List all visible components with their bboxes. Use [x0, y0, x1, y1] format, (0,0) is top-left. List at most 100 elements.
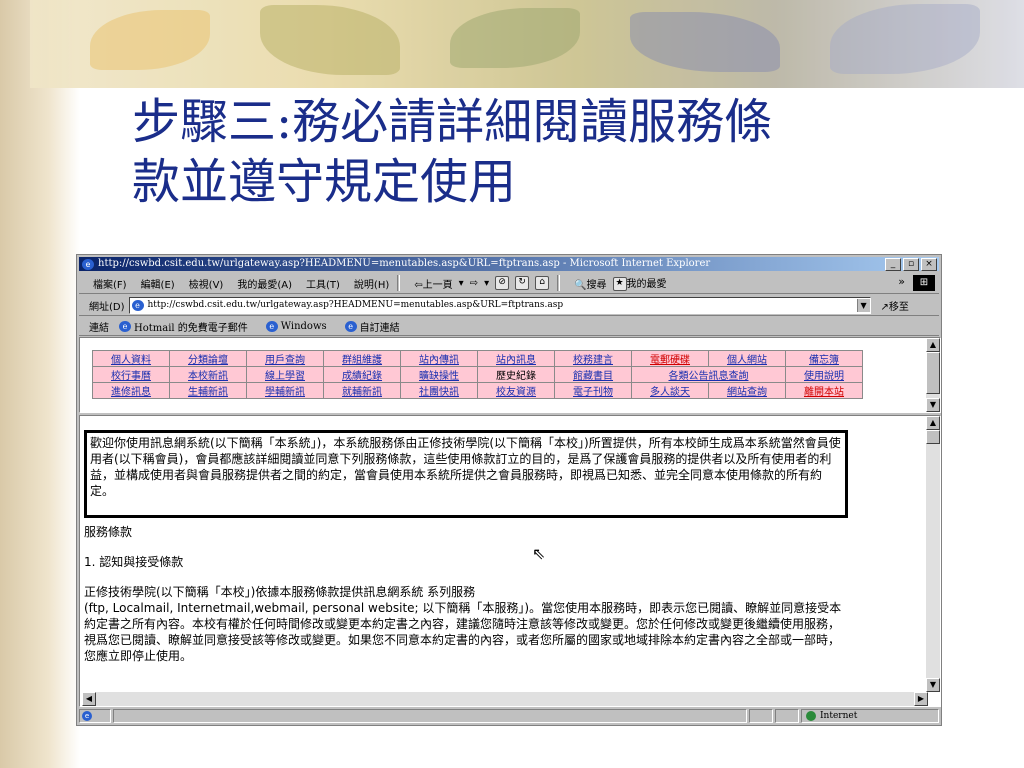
- refresh-icon[interactable]: ↻: [515, 276, 530, 290]
- slide-title-line2: 款並遵守規定使用: [132, 154, 517, 210]
- nav-link[interactable]: 校友資源: [477, 382, 555, 399]
- terms-title: 服務條款: [84, 525, 133, 539]
- windows-logo-icon: ⊞: [913, 275, 935, 291]
- nav-link[interactable]: 站內傳訊: [400, 350, 478, 367]
- favorites-icon: ★: [612, 277, 627, 291]
- forward-button[interactable]: ⇨: [470, 278, 478, 289]
- go-button[interactable]: ↗移至: [881, 298, 909, 313]
- status-bar: e Internet: [79, 709, 939, 723]
- minimize-button[interactable]: _: [885, 257, 901, 271]
- nav-link[interactable]: 備忘簿: [785, 350, 863, 367]
- horizontal-scrollbar[interactable]: ◀ ▶: [82, 692, 928, 706]
- nav-frame-scrollbar[interactable]: ▲ ▼: [926, 338, 940, 412]
- content-frame: 歡迎你使用訊息網系統(以下簡稱「本系統」)，本系統服務係由正修技術學院(以下簡稱…: [79, 415, 941, 707]
- leaf-decoration: [830, 4, 980, 74]
- security-zone: Internet: [801, 709, 939, 723]
- link-icon: e: [344, 320, 357, 332]
- window-titlebar[interactable]: e http://cswbd.csit.edu.tw/urlgateway.as…: [79, 257, 939, 271]
- menu-edit[interactable]: 編輯(E): [141, 276, 175, 291]
- nav-link[interactable]: 群組維護: [323, 350, 401, 367]
- nav-link[interactable]: 校務建言: [554, 350, 632, 367]
- slide-banner: [30, 0, 1024, 88]
- nav-link[interactable]: 分類論壇: [169, 350, 247, 367]
- stop-icon[interactable]: ⊘: [495, 276, 510, 290]
- nav-link[interactable]: 網站查詢: [708, 382, 786, 399]
- zone-label: Internet: [820, 711, 858, 721]
- menu-favorites[interactable]: 我的最愛(A): [237, 276, 292, 291]
- menu-help[interactable]: 說明(H): [354, 276, 389, 291]
- scroll-up-icon[interactable]: ▲: [926, 338, 940, 352]
- nav-link[interactable]: 離開本站: [785, 382, 863, 399]
- link-icon: e: [119, 320, 131, 332]
- home-icon[interactable]: ⌂: [535, 276, 550, 290]
- link-custom[interactable]: e 自訂連結: [344, 319, 400, 334]
- back-dropdown-icon[interactable]: ▾: [459, 278, 464, 289]
- nav-table: 個人資料 分類論壇 用戶查詢 群組維護 站內傳訊 站內訊息 校務建言 電郵硬碟 …: [92, 350, 863, 399]
- scroll-up-icon[interactable]: ▲: [926, 416, 940, 430]
- link-hotmail-label: Hotmail 的免費電子郵件: [134, 322, 248, 334]
- menu-tools[interactable]: 工具(T): [306, 276, 340, 291]
- forward-dropdown-icon[interactable]: ▾: [484, 278, 489, 289]
- nav-row: 進修訊息 生輔新訊 學輔新訊 就輔新訊 社團快訊 校友資源 電子刊物 多人談天 …: [92, 382, 863, 399]
- scroll-down-icon[interactable]: ▼: [926, 398, 940, 412]
- nav-link[interactable]: 個人網站: [708, 350, 786, 367]
- slide-left-decoration: [0, 0, 80, 768]
- scroll-down-icon[interactable]: ▼: [926, 678, 940, 692]
- scroll-thumb[interactable]: [926, 430, 940, 444]
- window-title: http://cswbd.csit.edu.tw/urlgateway.asp?…: [98, 258, 711, 269]
- nav-link[interactable]: 進修訊息: [92, 382, 170, 399]
- nav-link[interactable]: 站內訊息: [477, 350, 555, 367]
- content-scrollbar[interactable]: ▲ ▼: [926, 416, 940, 692]
- nav-link[interactable]: 用戶查詢: [246, 350, 324, 367]
- toolbar-more-button[interactable]: »: [898, 275, 905, 288]
- search-label: 搜尋: [586, 279, 607, 291]
- toolbar-separator: [397, 275, 401, 291]
- menu-view[interactable]: 檢視(V): [189, 276, 224, 291]
- nav-link[interactable]: 電郵硬碟: [631, 350, 709, 367]
- nav-link[interactable]: 線上學習: [246, 366, 324, 383]
- scroll-thumb[interactable]: [926, 352, 940, 394]
- nav-link[interactable]: 就輔新訊: [323, 382, 401, 399]
- go-label: 移至: [888, 301, 909, 313]
- slide-title: 步驟三:務必請詳細閱讀服務條 款並遵守規定使用: [132, 92, 992, 212]
- close-button[interactable]: ×: [921, 257, 937, 271]
- address-input[interactable]: e http://cswbd.csit.edu.tw/urlgateway.as…: [128, 296, 871, 314]
- nav-link[interactable]: 個人資料: [92, 350, 170, 367]
- slide-title-line1: 步驟三:務必請詳細閱讀服務條: [132, 94, 773, 150]
- nav-link[interactable]: 生輔新訊: [169, 382, 247, 399]
- mouse-cursor-icon: ⇖: [532, 544, 546, 563]
- scroll-left-icon[interactable]: ◀: [82, 692, 96, 706]
- nav-link[interactable]: 校行事曆: [92, 366, 170, 383]
- menu-file[interactable]: 檔案(F): [93, 276, 127, 291]
- search-icon: 🔍: [574, 279, 587, 291]
- nav-link[interactable]: 使用說明: [785, 366, 863, 383]
- browser-window: e http://cswbd.csit.edu.tw/urlgateway.as…: [76, 254, 942, 726]
- nav-link[interactable]: 成績紀錄: [323, 366, 401, 383]
- welcome-notice: 歡迎你使用訊息網系統(以下簡稱「本系統」)，本系統服務係由正修技術學院(以下簡稱…: [84, 430, 848, 518]
- link-hotmail[interactable]: e Hotmail 的免費電子郵件: [119, 319, 248, 334]
- link-windows-label: Windows: [280, 320, 327, 332]
- address-bar: 網址(D) e http://cswbd.csit.edu.tw/urlgate…: [79, 295, 939, 316]
- nav-link[interactable]: 學輔新訊: [246, 382, 324, 399]
- nav-link[interactable]: 本校新訊: [169, 366, 247, 383]
- nav-link[interactable]: 社團快訊: [400, 382, 478, 399]
- favorites-button[interactable]: ★ 我的最愛: [612, 275, 667, 291]
- leaf-decoration: [450, 8, 580, 68]
- status-text: [113, 709, 747, 723]
- search-button[interactable]: 🔍搜尋: [574, 276, 606, 291]
- status-cell: [749, 709, 773, 723]
- nav-link[interactable]: 歷史紀錄: [477, 366, 555, 383]
- link-windows[interactable]: e Windows: [265, 320, 327, 332]
- nav-link[interactable]: 電子刊物: [554, 382, 632, 399]
- address-dropdown-icon[interactable]: ▼: [856, 298, 870, 312]
- maximize-button[interactable]: ▫: [903, 257, 919, 271]
- ie-icon: e: [82, 258, 94, 270]
- links-label: 連結: [89, 322, 109, 334]
- nav-link[interactable]: 各類公告訊息查詢: [631, 366, 786, 383]
- nav-link[interactable]: 曠缺操性: [400, 366, 478, 383]
- scroll-right-icon[interactable]: ▶: [914, 692, 928, 706]
- nav-link[interactable]: 館藏書目: [554, 366, 632, 383]
- link-icon: e: [265, 320, 278, 332]
- back-button[interactable]: ⇦上一頁: [414, 276, 452, 291]
- nav-link[interactable]: 多人談天: [631, 382, 709, 399]
